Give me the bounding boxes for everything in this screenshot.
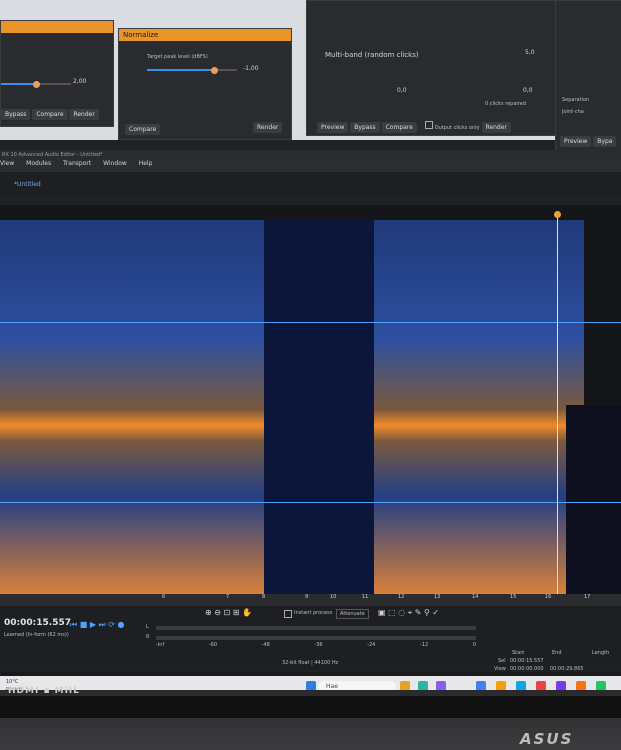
normalize-header: Normalize <box>119 29 291 41</box>
bezel-ports-label: HDMI ▪ MHL <box>8 686 80 696</box>
level-meter-r <box>156 636 476 640</box>
spectrogram-end-region <box>566 405 621 617</box>
joint-channel-label: Joint-cha <box>562 109 584 115</box>
tab-untitled[interactable]: *Untitled <box>14 181 41 188</box>
right-bypass-button[interactable]: Bypa <box>593 136 617 147</box>
view-label: View <box>494 666 506 672</box>
ruler-tick: 9 <box>305 594 309 600</box>
declick-panel: Multi-band (random clicks) 5,0 0,0 0,0 0… <box>306 0 558 136</box>
normalize-panel: Normalize Target peak level (dBFS) -1,00… <box>118 28 292 140</box>
document-tabbar <box>0 172 621 196</box>
normalize-title: Normalize <box>123 31 159 39</box>
ruler-tick: 7 <box>226 594 230 600</box>
menu-window[interactable]: Window <box>103 160 127 167</box>
zoom-tools[interactable]: ⊕ ⊖ ⊡ ⊞ ✋ <box>205 608 252 617</box>
ruler-tick: 17 <box>584 594 591 600</box>
process-mode-select[interactable]: Attenuate <box>336 609 369 619</box>
spectrogram-region-right <box>374 220 584 615</box>
view-end: 00:00:29.865 <box>550 666 584 672</box>
declick-compare-button[interactable]: Compare <box>381 122 417 133</box>
end-header: End <box>552 650 562 656</box>
compare-button[interactable]: Compare <box>32 109 68 120</box>
ruler-tick: 12 <box>398 594 405 600</box>
declick-bypass-button[interactable]: Bypass <box>350 122 380 133</box>
length-header: Length <box>592 650 610 656</box>
output-clicks-checkbox[interactable] <box>424 121 433 129</box>
declick-value-1: 5,0 <box>525 49 535 56</box>
bypass-button[interactable]: Bypass <box>1 109 31 120</box>
declick-preview-button[interactable]: Preview <box>317 122 349 133</box>
ruler-tick: 13 <box>434 594 441 600</box>
ruler-tick: 16 <box>545 594 552 600</box>
format-info: 32-bit float | 44100 Hz <box>282 660 339 666</box>
meter-l-label: L <box>146 624 149 630</box>
declick-value-2: 0,0 <box>397 87 407 94</box>
timecode-display: 00:00:15.557 <box>4 618 71 628</box>
time-ruler[interactable]: 6 7 8 9 10 11 12 13 14 15 16 17 <box>0 594 621 606</box>
ruler-tick: 6 <box>162 594 166 600</box>
spectrogram-region-left <box>0 220 264 615</box>
target-peak-label: Target peak level (dBFS) <box>147 54 208 60</box>
channel-divider-bottom <box>0 502 621 503</box>
monitor-screen: 2,00 Bypass Compare Render Normalize Tar… <box>0 0 621 672</box>
playhead-cursor[interactable] <box>557 215 558 617</box>
menu-modules[interactable]: Modules <box>26 160 51 167</box>
menu-transport[interactable]: Transport <box>63 160 91 167</box>
clicks-repaired-label: 0 clicks repaired <box>485 101 526 107</box>
declick-value-3: 0,0 <box>523 87 533 94</box>
menu-help[interactable]: Help <box>139 160 153 167</box>
panel-header <box>1 21 113 33</box>
render-button[interactable]: Render <box>69 109 99 120</box>
monitor-bezel <box>0 696 621 718</box>
instant-process-label: Instant process <box>294 610 333 616</box>
start-header: Start <box>512 650 525 656</box>
channel-divider-top <box>0 322 621 323</box>
ruler-tick: 8 <box>262 594 266 600</box>
monitor-brand-logo: ASUS <box>520 730 574 748</box>
value-readout: 2,00 <box>73 78 87 85</box>
declick-mode[interactable]: Multi-band (random clicks) <box>325 51 419 59</box>
target-peak-value: -1,00 <box>243 65 259 72</box>
meter-scale: -Inf -60 -48 -36 -24 -12 0 <box>156 642 476 648</box>
window-title: RX 10 Advanced Audio Editor - Untitled* <box>0 150 621 160</box>
menu-view[interactable]: View <box>0 160 14 167</box>
playhead-marker[interactable] <box>554 211 561 218</box>
sel-start: 00:00:15.557 <box>510 658 544 664</box>
spectrogram-silence-gap <box>264 220 374 615</box>
level-meter-l <box>156 626 476 630</box>
weather-temp: 10°C <box>6 679 19 685</box>
right-module-panel: Separation Joint-cha Preview Bypa <box>555 0 621 152</box>
module-tray: 2,00 Bypass Compare Render Normalize Tar… <box>0 0 621 152</box>
instant-process-checkbox[interactable] <box>284 610 292 618</box>
transport-bar: 00:00:15.557 Learned (In-form (62 ms)) ⏮… <box>0 606 621 672</box>
sel-label: Sel <box>498 658 506 664</box>
ruler-tick: 10 <box>330 594 337 600</box>
meter-r-label: R <box>146 634 150 640</box>
ruler-tick: 15 <box>510 594 517 600</box>
spectrogram-view[interactable] <box>0 205 621 630</box>
right-preview-button[interactable]: Preview <box>560 136 592 147</box>
output-clicks-label: Output clicks only <box>434 125 480 131</box>
transport-controls[interactable]: ⏮ ■ ▶ ⏭ ⟳ ● <box>70 620 125 630</box>
target-peak-slider[interactable] <box>147 66 237 74</box>
normalize-render-button[interactable]: Render <box>253 122 283 133</box>
selection-tools[interactable]: ▣ ⬚ ◌ ⌖ ✎ ⚲ ✓ <box>378 608 439 618</box>
learned-status: Learned (In-form (62 ms)) <box>4 632 69 638</box>
menu-bar: View Modules Transport Window Help <box>0 160 621 172</box>
ruler-tick: 11 <box>362 594 369 600</box>
separation-label: Separation <box>562 97 590 103</box>
left-module-panel: 2,00 Bypass Compare Render <box>0 20 114 127</box>
view-start: 00:00:00.000 <box>510 666 544 672</box>
declick-render-button[interactable]: Render <box>481 122 511 133</box>
normalize-compare-button[interactable]: Compare <box>125 124 161 135</box>
value-slider[interactable] <box>1 80 71 88</box>
ruler-tick: 14 <box>472 594 479 600</box>
